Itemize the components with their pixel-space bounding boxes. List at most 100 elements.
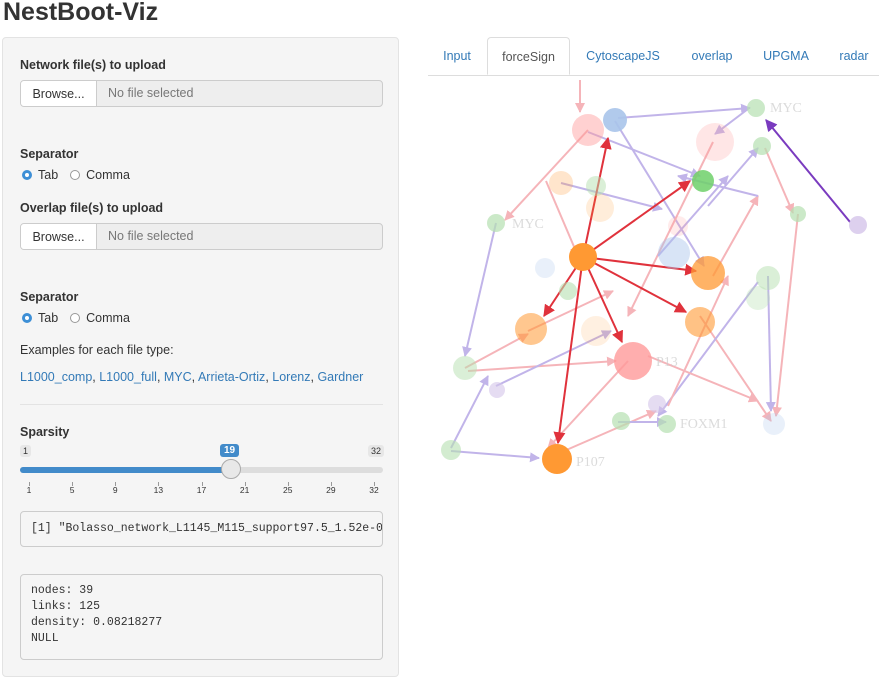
slider-tick-label: 25 xyxy=(283,485,293,495)
stat-density: density: 0.08218277 xyxy=(31,616,163,629)
slider-value-label: 19 xyxy=(220,444,240,457)
example-link-gardner[interactable]: Gardner xyxy=(317,370,363,384)
graph-nodes xyxy=(441,99,867,474)
graph-node xyxy=(559,282,577,300)
overlap-browse-button[interactable]: Browse... xyxy=(21,224,97,249)
radio-comma-2[interactable] xyxy=(70,313,81,323)
slider-tick-label: 17 xyxy=(196,485,207,495)
graph-node xyxy=(658,415,676,433)
graph-node xyxy=(441,440,461,460)
graph-node xyxy=(453,356,477,380)
separator-label-1: Separator xyxy=(20,147,79,161)
graph-node xyxy=(489,382,505,398)
example-link-lorenz[interactable]: Lorenz xyxy=(272,370,310,384)
slider-handle[interactable] xyxy=(220,459,241,479)
graph-node xyxy=(581,316,611,346)
divider xyxy=(20,404,383,405)
overlap-file-label: Overlap file(s) to upload xyxy=(20,201,164,215)
separator-radio-group-2: Tab Comma xyxy=(22,311,142,325)
examples-links: L1000_comp, L1000_full, MYC, Arrieta-Ort… xyxy=(20,370,363,384)
slider-tick-label: 9 xyxy=(112,485,118,495)
graph-node xyxy=(586,194,614,222)
tab-cytoscapejs[interactable]: CytoscapeJS xyxy=(574,37,672,75)
app-title: NestBoot-Viz xyxy=(3,0,159,26)
tab-bar: Input forceSign CytoscapeJS overlap UPGM… xyxy=(428,37,879,76)
network-stats-output: nodes: 39 links: 125 density: 0.08218277… xyxy=(20,574,383,660)
tab-input[interactable]: Input xyxy=(428,37,486,75)
stat-nodes: nodes: 39 xyxy=(31,584,94,597)
node-label: P13 xyxy=(656,355,678,370)
node-label: P107 xyxy=(576,455,605,470)
force-network-graph[interactable]: MYC MYC P107 P13 FOXM1 xyxy=(428,76,879,476)
graph-node xyxy=(586,176,606,196)
graph-node xyxy=(648,395,666,413)
graph-node xyxy=(696,123,734,161)
graph-node xyxy=(753,137,771,155)
graph-node xyxy=(691,256,725,290)
network-file-label: Network file(s) to upload xyxy=(20,58,166,72)
graph-node xyxy=(603,108,627,132)
node-label: FOXM1 xyxy=(680,417,727,432)
network-file-input[interactable]: Browse... No file selected xyxy=(20,80,383,107)
graph-node xyxy=(790,206,806,222)
tab-radar[interactable]: radar xyxy=(828,37,879,75)
graph-node xyxy=(849,216,867,234)
graph-node xyxy=(746,286,770,310)
graph-node xyxy=(569,243,597,271)
network-browse-button[interactable]: Browse... xyxy=(21,81,97,106)
graph-node xyxy=(612,412,630,430)
node-label: MYC xyxy=(512,217,544,232)
graph-node xyxy=(763,413,785,435)
node-label: MYC xyxy=(770,101,802,116)
overlap-file-status: No file selected xyxy=(108,229,194,243)
example-link-myc[interactable]: MYC xyxy=(164,370,192,384)
sparsity-slider[interactable] xyxy=(20,459,383,479)
tab-forcesign[interactable]: forceSign xyxy=(487,37,570,75)
graph-node xyxy=(572,114,604,146)
stat-links: links: 125 xyxy=(31,600,101,613)
graph-node-labels: MYC MYC P107 P13 FOXM1 xyxy=(512,101,802,470)
tab-overlap[interactable]: overlap xyxy=(678,37,746,75)
overlap-file-input[interactable]: Browse... No file selected xyxy=(20,223,383,250)
radio-comma-1[interactable] xyxy=(70,170,81,180)
graph-node xyxy=(542,444,572,474)
slider-tick-label: 21 xyxy=(239,485,250,495)
graph-node xyxy=(535,258,555,278)
graph-node xyxy=(614,342,652,380)
examples-label: Examples for each file type: xyxy=(20,343,174,357)
examples-separator: , xyxy=(156,370,164,384)
network-file-status: No file selected xyxy=(108,86,194,100)
slider-tick-label: 5 xyxy=(69,485,75,495)
separator-label-2: Separator xyxy=(20,290,79,304)
sidebar-panel: Network file(s) to upload Browse... No f… xyxy=(2,37,399,677)
graph-node xyxy=(515,313,547,345)
slider-tick-label: 32 xyxy=(369,485,379,495)
radio-tab-2[interactable] xyxy=(22,313,32,323)
example-link-l1000-comp[interactable]: L1000_comp xyxy=(20,370,92,384)
slider-tick-label: 1 xyxy=(26,485,32,495)
graph-node xyxy=(747,99,765,117)
radio-tab-1[interactable] xyxy=(22,170,32,180)
radio-comma-1-label: Comma xyxy=(86,168,130,182)
stat-null: NULL xyxy=(31,632,59,645)
output-filename: [1] "Bolasso_network_L1145_M115_support9… xyxy=(20,511,383,547)
graph-node xyxy=(685,307,715,337)
radio-comma-2-label: Comma xyxy=(86,311,130,325)
faint-edges xyxy=(450,80,799,463)
slider-max-label: 32 xyxy=(368,445,385,457)
graph-node xyxy=(692,170,714,192)
slider-tick-label: 29 xyxy=(326,485,336,495)
slider-tick-label: 13 xyxy=(153,485,164,495)
graph-node xyxy=(549,171,573,195)
graph-node xyxy=(487,214,505,232)
slider-fill xyxy=(20,467,231,473)
radio-tab-1-label: Tab xyxy=(38,168,59,182)
separator-radio-group-1: Tab Comma xyxy=(22,168,142,182)
tab-upgma[interactable]: UPGMA xyxy=(752,37,820,75)
sparsity-label: Sparsity xyxy=(20,425,70,439)
graph-node xyxy=(668,216,688,236)
example-link-arrieta-ortiz[interactable]: Arrieta-Ortiz xyxy=(198,370,265,384)
graph-node xyxy=(658,237,690,269)
example-link-l1000-full[interactable]: L1000_full xyxy=(99,370,157,384)
slider-min-label: 1 xyxy=(20,445,32,457)
